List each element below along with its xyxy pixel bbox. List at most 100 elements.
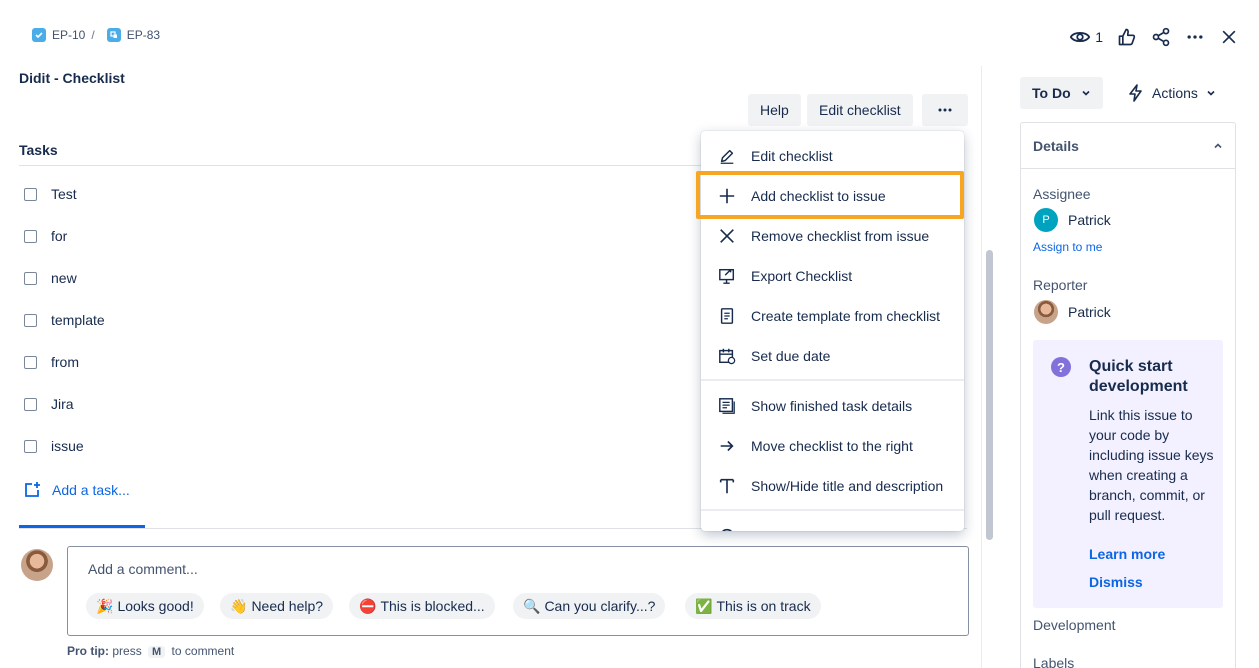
- share-button[interactable]: [1151, 27, 1171, 47]
- task-label[interactable]: Jira: [51, 396, 74, 412]
- close-button[interactable]: [1219, 27, 1239, 47]
- chip-label: Can you clarify...?: [544, 598, 656, 614]
- comment-input[interactable]: [67, 546, 969, 636]
- chevron-up-icon: [1214, 142, 1222, 148]
- assignee-label: Assignee: [1033, 186, 1091, 202]
- quick-reply-chip[interactable]: 🎉 Looks good!: [86, 593, 204, 619]
- chip-label: Looks good!: [117, 598, 194, 614]
- task-checkbox[interactable]: [24, 397, 37, 411]
- menu-item-label: Move checklist to the right: [751, 438, 913, 454]
- avatar: P: [1034, 208, 1058, 232]
- menu-item-show-hide-title[interactable]: Show/Hide title and description: [701, 466, 964, 506]
- avatar: [1034, 300, 1058, 324]
- help-button[interactable]: Help: [748, 94, 801, 126]
- add-task-label: Add a task...: [52, 482, 130, 498]
- subtask-icon: [106, 28, 121, 42]
- checklist-menu: Edit checklist Add checklist to issue Re…: [701, 131, 964, 531]
- task-checkbox[interactable]: [24, 187, 37, 201]
- menu-item-partial[interactable]: [701, 516, 964, 531]
- breadcrumb-item-parent[interactable]: EP-10: [52, 28, 85, 42]
- task-item: Jira: [24, 396, 74, 412]
- task-checkbox[interactable]: [24, 271, 37, 285]
- actions-dropdown[interactable]: Actions: [1120, 77, 1224, 109]
- chevron-down-icon: [1082, 90, 1090, 96]
- task-item: Test: [24, 186, 77, 202]
- menu-item-edit-checklist[interactable]: Edit checklist: [701, 136, 964, 176]
- labels-label: Labels: [1033, 655, 1075, 668]
- share-icon: [1152, 27, 1170, 47]
- edit-checklist-button[interactable]: Edit checklist: [807, 94, 913, 126]
- scrollbar[interactable]: [986, 250, 993, 540]
- no-entry-icon: ⛔: [359, 597, 377, 614]
- chip-label: Need help?: [251, 598, 324, 614]
- more-actions-button[interactable]: [1185, 27, 1205, 47]
- menu-item-export-checklist[interactable]: Export Checklist: [701, 256, 964, 296]
- menu-separator: [701, 379, 964, 381]
- task-label[interactable]: Test: [51, 186, 77, 202]
- breadcrumb-item-current[interactable]: EP-83: [127, 28, 160, 42]
- assignee-field[interactable]: P Patrick: [1034, 208, 1111, 232]
- status-label: To Do: [1032, 85, 1071, 101]
- question-icon: ?: [1051, 357, 1071, 377]
- like-button[interactable]: [1117, 27, 1137, 47]
- task-checkbox[interactable]: [24, 355, 37, 369]
- menu-item-remove-checklist[interactable]: Remove checklist from issue: [701, 216, 964, 256]
- avatar: [21, 549, 53, 581]
- pencil-icon: [717, 146, 737, 166]
- export-icon: [717, 266, 737, 286]
- task-item: for: [24, 228, 67, 244]
- menu-item-label: Remove checklist from issue: [751, 228, 930, 244]
- menu-item-add-checklist[interactable]: Add checklist to issue: [701, 176, 964, 216]
- learn-more-link[interactable]: Learn more: [1089, 546, 1165, 562]
- pro-tip-label: Pro tip:: [67, 644, 109, 658]
- task-checkbox[interactable]: [24, 229, 37, 243]
- task-label[interactable]: template: [51, 312, 105, 328]
- pro-tip-press: press: [112, 644, 142, 658]
- reporter-field[interactable]: Patrick: [1034, 300, 1111, 324]
- shortcut-key: M: [148, 646, 166, 658]
- quick-reply-chip[interactable]: ✅ This is on track: [685, 593, 821, 619]
- reporter-name: Patrick: [1068, 304, 1111, 320]
- breadcrumb: EP-10 / EP-83: [32, 28, 160, 42]
- menu-item-label: Edit checklist: [751, 148, 833, 164]
- add-task-button[interactable]: Add a task...: [22, 480, 130, 500]
- quick-reply-chip[interactable]: 🔍 Can you clarify...?: [513, 593, 666, 619]
- task-label[interactable]: issue: [51, 438, 84, 454]
- menu-item-create-template[interactable]: Create template from checklist: [701, 296, 964, 336]
- task-checkbox[interactable]: [24, 313, 37, 327]
- chip-label: This is blocked...: [380, 598, 485, 614]
- details-header[interactable]: Details: [1021, 123, 1235, 169]
- issue-header-actions: 1: [1069, 26, 1239, 48]
- details-title: Details: [1033, 137, 1079, 154]
- menu-item-label: Export Checklist: [751, 268, 853, 284]
- tasks-divider: [19, 165, 709, 166]
- development-label: Development: [1033, 617, 1116, 633]
- task-item: new: [24, 270, 77, 286]
- details-icon: [717, 396, 737, 416]
- tasks-heading: Tasks: [19, 142, 58, 158]
- menu-item-set-due-date[interactable]: Set due date: [701, 336, 964, 376]
- reporter-label: Reporter: [1033, 277, 1088, 293]
- watch-button[interactable]: 1: [1069, 26, 1103, 48]
- quick-reply-chip[interactable]: 👋 Need help?: [220, 593, 334, 619]
- dismiss-button[interactable]: Dismiss: [1089, 574, 1143, 590]
- status-dropdown[interactable]: To Do: [1020, 77, 1103, 109]
- quick-start-body: Link this issue to your code by includin…: [1089, 407, 1214, 523]
- quick-start-title: Quick start development: [1089, 358, 1188, 395]
- task-label[interactable]: new: [51, 270, 77, 286]
- quick-reply-chip[interactable]: ⛔ This is blocked...: [349, 593, 495, 619]
- checklist-more-button[interactable]: [922, 94, 968, 126]
- task-label[interactable]: from: [51, 354, 79, 370]
- task-label[interactable]: for: [51, 228, 67, 244]
- menu-item-show-finished[interactable]: Show finished task details: [701, 386, 964, 426]
- task-checkbox[interactable]: [24, 439, 37, 453]
- menu-item-move-right[interactable]: Move checklist to the right: [701, 426, 964, 466]
- close-icon: [1222, 30, 1236, 44]
- party-popper-icon: 🎉: [96, 597, 114, 614]
- checkbox-task-icon: [32, 28, 46, 42]
- plus-icon: [717, 186, 737, 206]
- watch-count: 1: [1095, 29, 1103, 45]
- assign-to-me-link[interactable]: Assign to me: [1033, 240, 1102, 254]
- menu-separator: [701, 509, 964, 511]
- menu-item-label: Create template from checklist: [751, 308, 941, 324]
